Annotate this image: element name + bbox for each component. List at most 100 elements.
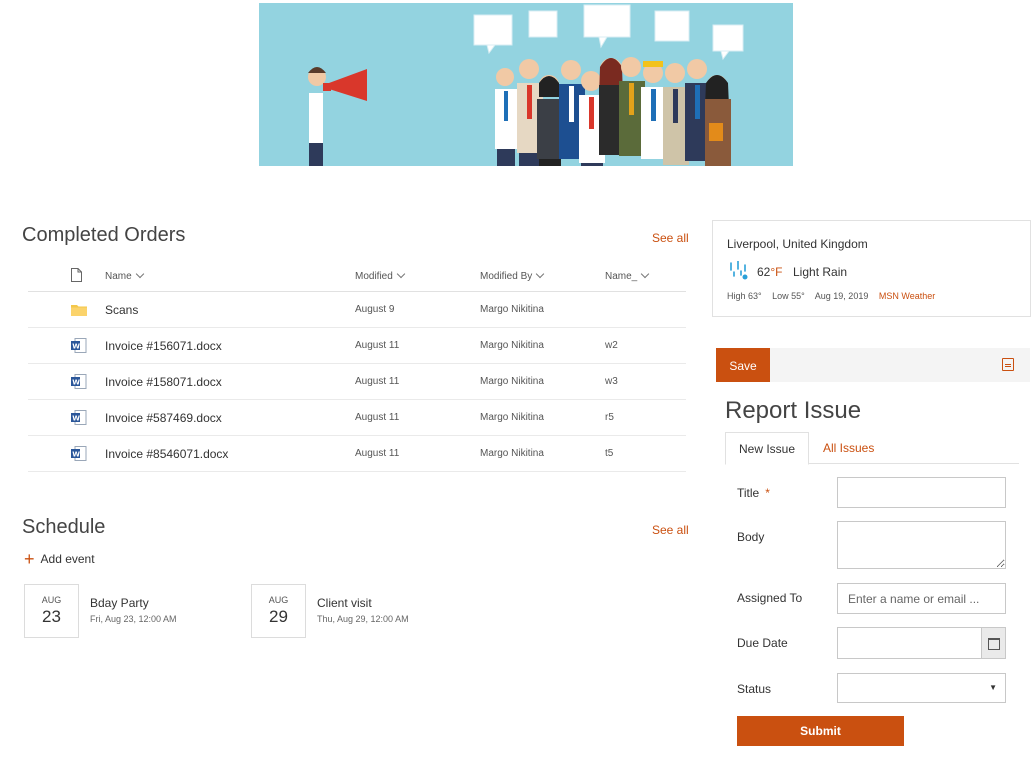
modified-date: August 9 (355, 304, 395, 315)
modified-date: August 11 (355, 340, 400, 351)
event-title[interactable]: Client visit (317, 596, 372, 610)
event-month: AUG (41, 595, 62, 605)
required-mark: * (765, 486, 770, 500)
calendar-icon[interactable] (981, 628, 1005, 658)
chevron-down-icon (135, 269, 144, 279)
assigned-to-label: Assigned To (737, 591, 803, 605)
save-button[interactable]: Save (716, 348, 770, 382)
rain-icon (728, 260, 750, 286)
due-date-label: Due Date (737, 636, 788, 650)
event-month: AUG (268, 595, 289, 605)
assigned-to-input[interactable] (837, 583, 1006, 614)
svg-text:W: W (72, 450, 80, 458)
modified-by: Margo Nikitina (480, 376, 544, 387)
svg-text:W: W (72, 342, 80, 350)
table-row[interactable]: W Invoice #587469.docx August 11 Margo N… (28, 400, 686, 436)
status-label: Status (737, 682, 772, 696)
file-name[interactable]: Scans (105, 303, 138, 317)
event-title[interactable]: Bday Party (90, 596, 149, 610)
chevron-down-icon (641, 269, 650, 279)
event-date-tile[interactable]: AUG 29 (251, 584, 306, 638)
event-time: Fri, Aug 23, 12:00 AM (90, 614, 177, 624)
status-select[interactable]: ▼ (837, 673, 1006, 703)
table-row[interactable]: W Invoice #156071.docx August 11 Margo N… (28, 328, 686, 364)
report-issue-title: Report Issue (725, 397, 862, 424)
schedule-see-all-link[interactable]: See all (652, 523, 689, 537)
weather-low: Low 55° (772, 291, 805, 301)
schedule-title: Schedule (22, 516, 106, 538)
tab-all-issues[interactable]: All Issues (810, 432, 887, 464)
word-doc-icon: W (71, 446, 87, 464)
temperature-value: 62 (757, 265, 771, 279)
modified-by: Margo Nikitina (480, 304, 544, 315)
documents-table: Name Modified Modified By Name_ Scans Au… (28, 262, 686, 472)
issue-tabs: New Issue All Issues (725, 432, 1019, 465)
modified-by: Margo Nikitina (480, 448, 544, 459)
chevron-down-icon (536, 269, 545, 279)
table-row[interactable]: W Invoice #8546071.docx August 11 Margo … (28, 436, 686, 472)
word-doc-icon: W (71, 338, 87, 356)
column-header-name[interactable]: Name (105, 269, 144, 282)
column-header-name-label: Name (105, 271, 132, 282)
title-label-text: Title (737, 486, 760, 500)
name2-value: w2 (605, 340, 618, 351)
column-header-name2[interactable]: Name_ (605, 269, 650, 282)
column-header-name2-label: Name_ (605, 271, 638, 282)
weather-source-link[interactable]: MSN Weather (879, 291, 935, 301)
modified-date: August 11 (355, 412, 400, 423)
file-name[interactable]: Invoice #587469.docx (105, 411, 222, 425)
weather-condition: Light Rain (793, 265, 848, 279)
column-header-modified-by[interactable]: Modified By (480, 269, 545, 282)
modified-date: August 11 (355, 376, 400, 387)
folder-icon (71, 303, 87, 319)
body-textarea[interactable] (837, 521, 1006, 569)
chevron-down-icon (396, 269, 406, 279)
title-input[interactable] (837, 477, 1006, 508)
modified-date: August 11 (355, 448, 400, 459)
add-event-button[interactable]: + Add event (24, 547, 95, 569)
name2-value: r5 (605, 412, 614, 423)
event-day: 23 (42, 607, 61, 626)
weather-location: Liverpool, United Kingdom (727, 237, 868, 251)
file-type-header-icon[interactable] (71, 268, 82, 285)
event-time: Thu, Aug 29, 12:00 AM (317, 614, 409, 624)
file-name[interactable]: Invoice #8546071.docx (105, 447, 228, 461)
due-date-field[interactable] (837, 627, 1006, 659)
event-day: 29 (269, 607, 288, 626)
dropdown-arrow-icon: ▼ (989, 683, 997, 692)
file-name[interactable]: Invoice #158071.docx (105, 375, 222, 389)
temperature-unit: °F (770, 265, 783, 279)
weather-temperature: 62°F (757, 265, 783, 279)
plus-icon: + (24, 549, 35, 569)
add-event-label: Add event (40, 552, 95, 566)
svg-text:W: W (72, 378, 80, 386)
pdf-export-icon[interactable] (1002, 358, 1014, 371)
tab-new-issue[interactable]: New Issue (725, 432, 810, 465)
hero-banner-image (259, 3, 793, 166)
weather-card[interactable]: Liverpool, United Kingdom 62°F Light Rai… (712, 220, 1031, 317)
column-header-modified-label: Modified (355, 271, 393, 282)
form-toolbar: Save (716, 348, 1030, 382)
column-header-modified[interactable]: Modified (355, 269, 406, 282)
svg-text:W: W (72, 414, 80, 422)
word-doc-icon: W (71, 410, 87, 428)
word-doc-icon: W (71, 374, 87, 392)
name2-value: t5 (605, 448, 614, 459)
modified-by: Margo Nikitina (480, 412, 544, 423)
weather-date: Aug 19, 2019 (814, 291, 869, 301)
weather-high: High 63° (727, 291, 762, 301)
file-name[interactable]: Invoice #156071.docx (105, 339, 222, 353)
table-row[interactable]: W Invoice #158071.docx August 11 Margo N… (28, 364, 686, 400)
title-field-label: Title * (737, 486, 770, 500)
modified-by: Margo Nikitina (480, 340, 544, 351)
event-date-tile[interactable]: AUG 23 (24, 584, 79, 638)
weather-meta: High 63° Low 55° Aug 19, 2019 MSN Weathe… (727, 291, 943, 301)
orders-see-all-link[interactable]: See all (652, 231, 689, 245)
name2-value: w3 (605, 376, 618, 387)
completed-orders-title: Completed Orders (22, 224, 186, 246)
submit-button[interactable]: Submit (737, 716, 904, 746)
column-header-modified-by-label: Modified By (480, 271, 533, 282)
body-field-label: Body (737, 530, 765, 544)
table-header: Name Modified Modified By Name_ (28, 262, 686, 292)
table-row[interactable]: Scans August 9 Margo Nikitina (28, 292, 686, 328)
